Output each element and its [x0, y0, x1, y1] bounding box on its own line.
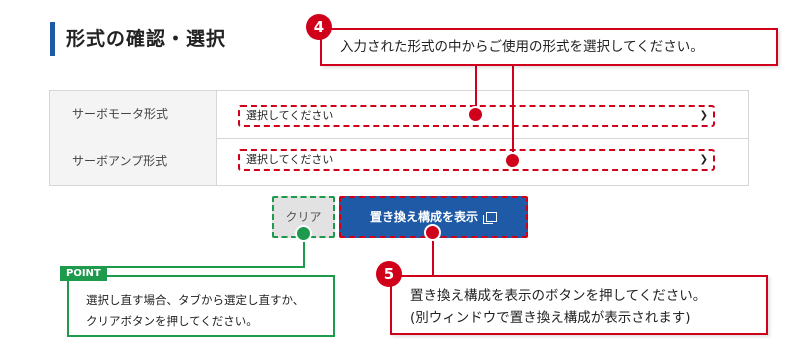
heading-accent-bar — [50, 22, 55, 56]
servo-amp-select-value: 選択してください — [246, 153, 334, 166]
servo-amp-select[interactable]: 選択してください ❯ — [238, 149, 715, 171]
chevron-down-icon: ❯ — [699, 154, 708, 165]
point-marker-dot — [295, 225, 312, 242]
callout-step5: 置き換え構成を表示のボタンを押してください。 (別ウィンドウで置き換え構成が表示… — [390, 275, 768, 335]
step5-badge: 5 — [376, 261, 402, 287]
callout5-marker-dot — [424, 224, 441, 241]
callout4-connector-line-2 — [512, 66, 514, 160]
table-row: サーボアンプ形式 選択してください ❯ — [50, 138, 748, 185]
table-row: サーボモータ形式 選択してください ❯ — [50, 91, 748, 139]
callout4-marker-dot — [467, 106, 484, 123]
point-line1: 選択し直す場合、タブから選定し直すか、 — [86, 293, 305, 307]
selection-table: サーボモータ形式 選択してください ❯ サーボアンプ形式 選択してください ❯ — [49, 90, 749, 186]
section-title: 形式の確認・選択 — [66, 28, 227, 50]
point-callout: 選択し直す場合、タブから選定し直すか、 クリアボタンを押してください。 — [67, 275, 335, 337]
servo-motor-select-value: 選択してください — [246, 109, 334, 122]
step4-badge: 4 — [306, 14, 332, 40]
servo-motor-label: サーボモータ形式 — [50, 91, 217, 138]
point-line2: クリアボタンを押してください。 — [86, 314, 258, 328]
chevron-down-icon: ❯ — [699, 110, 708, 121]
show-replacement-button-label: 置き換え構成を表示 — [369, 210, 478, 224]
new-window-icon — [483, 212, 497, 224]
callout-step5-line1: 置き換え構成を表示のボタンを押してください。 — [410, 288, 707, 304]
point-tag: POINT — [60, 266, 107, 281]
servo-amp-label: サーボアンプ形式 — [50, 138, 217, 185]
callout4-marker-dot-2 — [504, 152, 521, 169]
callout-step4: 入力された形式の中からご使用の形式を選択してください。 — [320, 28, 778, 66]
callout-step5-line2: (別ウィンドウで置き換え構成が表示されます) — [410, 310, 691, 326]
